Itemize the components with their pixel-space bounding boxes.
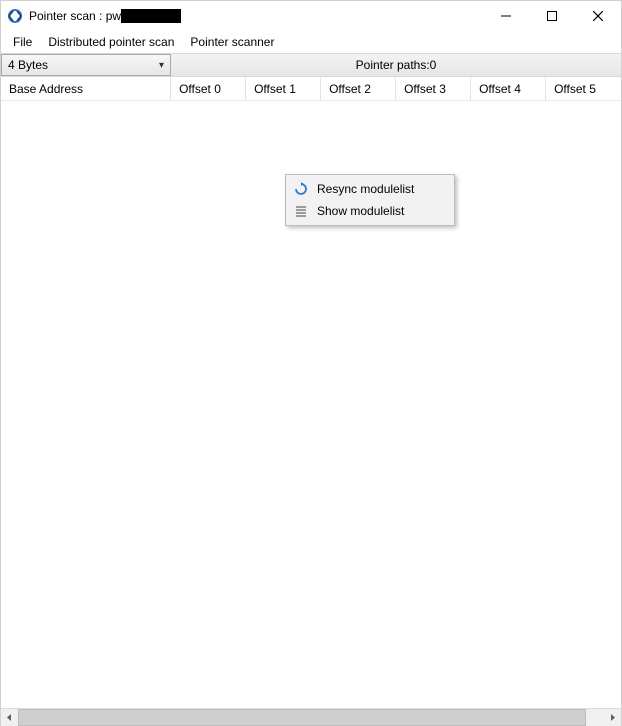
col-offset-0[interactable]: Offset 0	[171, 77, 246, 100]
bytes-combo[interactable]: 4 Bytes ▾	[1, 54, 171, 76]
ctx-item-label: Resync modulelist	[317, 182, 414, 196]
column-headers: Base Address Offset 0 Offset 1 Offset 2 …	[1, 77, 621, 101]
minimize-button[interactable]	[483, 1, 529, 31]
horizontal-scrollbar[interactable]	[1, 708, 621, 725]
context-menu: Resync modulelist Show modulelist	[285, 174, 455, 226]
col-offset-4[interactable]: Offset 4	[471, 77, 546, 100]
menu-distributed-pointer-scan[interactable]: Distributed pointer scan	[40, 33, 182, 51]
col-offset-2[interactable]: Offset 2	[321, 77, 396, 100]
ctx-show-modulelist[interactable]: Show modulelist	[289, 200, 451, 222]
ctx-item-label: Show modulelist	[317, 204, 404, 218]
menubar: File Distributed pointer scan Pointer sc…	[1, 31, 621, 53]
col-base-address[interactable]: Base Address	[1, 77, 171, 100]
scroll-thumb[interactable]	[18, 709, 586, 726]
scroll-left-button[interactable]	[1, 709, 18, 726]
results-area[interactable]: Resync modulelist Show modulelist	[1, 101, 621, 708]
col-offset-1[interactable]: Offset 1	[246, 77, 321, 100]
window-title: Pointer scan : pw	[29, 9, 181, 24]
scroll-right-button[interactable]	[604, 709, 621, 726]
bytes-combo-value: 4 Bytes	[8, 58, 48, 72]
refresh-icon	[293, 181, 309, 197]
toolbar: 4 Bytes ▾ Pointer paths:0	[1, 53, 621, 77]
close-button[interactable]	[575, 1, 621, 31]
menu-file[interactable]: File	[5, 33, 40, 51]
ctx-resync-modulelist[interactable]: Resync modulelist	[289, 178, 451, 200]
redacted-title	[121, 9, 181, 23]
window-controls	[483, 1, 621, 31]
menu-pointer-scanner[interactable]: Pointer scanner	[182, 33, 282, 51]
col-offset-5[interactable]: Offset 5	[546, 77, 621, 100]
scroll-track[interactable]	[18, 709, 604, 726]
pointer-paths-label: Pointer paths:0	[171, 54, 621, 76]
titlebar: Pointer scan : pw	[1, 1, 621, 31]
list-icon	[293, 203, 309, 219]
chevron-down-icon: ▾	[159, 60, 164, 71]
col-offset-3[interactable]: Offset 3	[396, 77, 471, 100]
maximize-button[interactable]	[529, 1, 575, 31]
app-icon	[7, 8, 23, 24]
